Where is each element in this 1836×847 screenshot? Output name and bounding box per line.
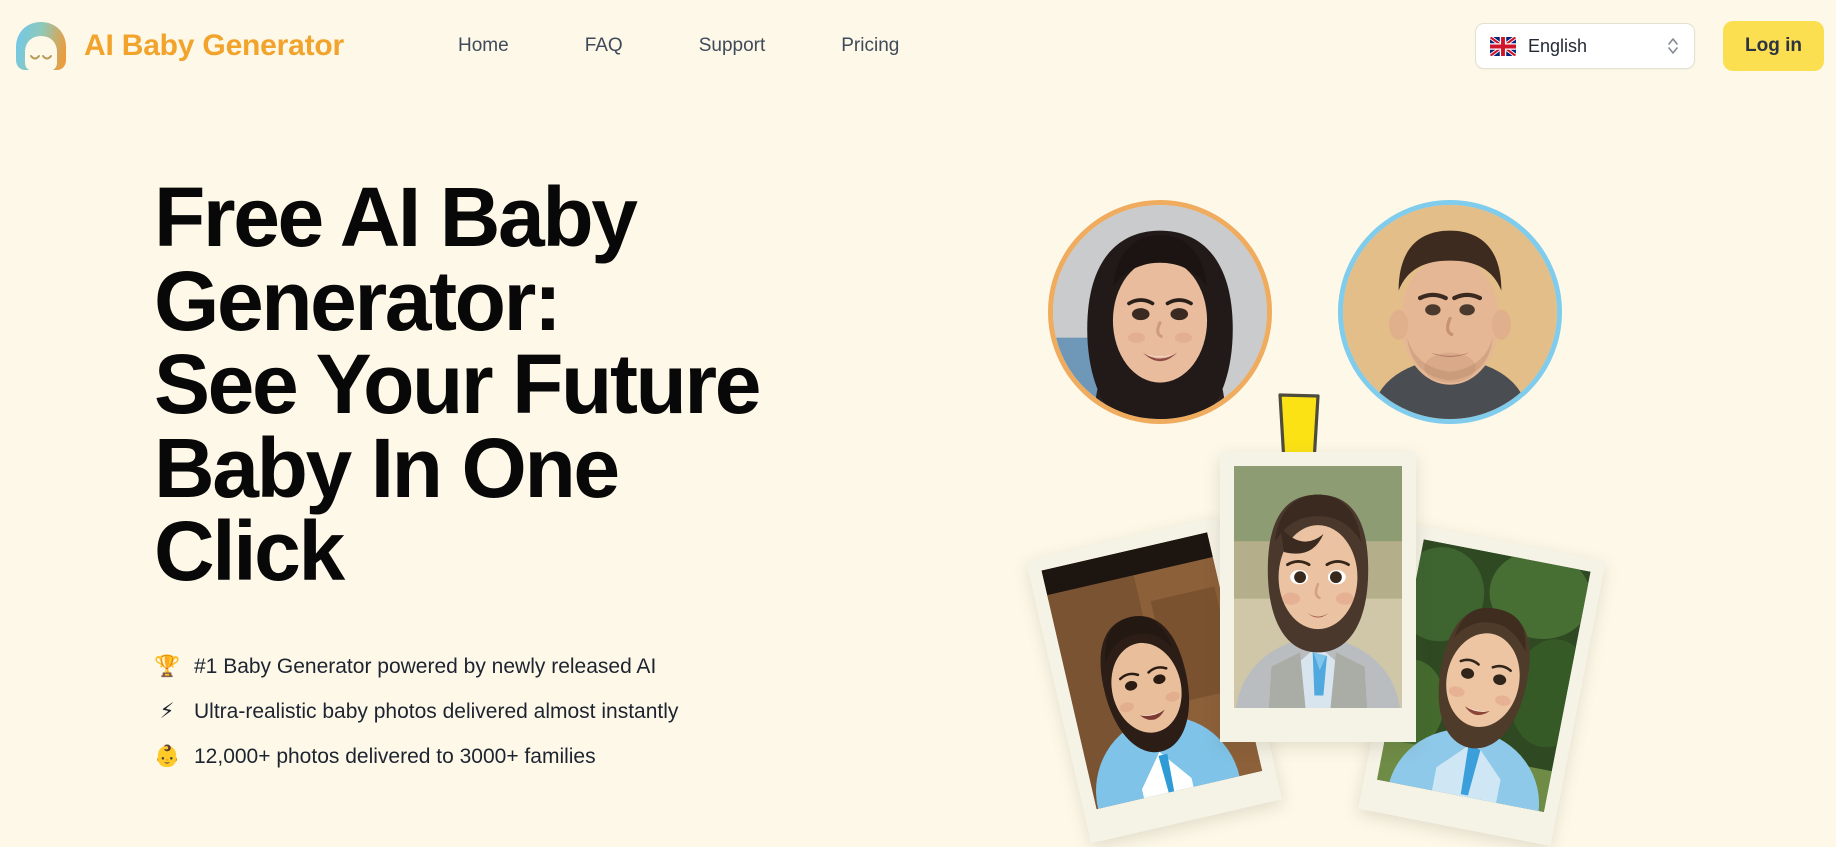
- parent-photo-father: [1338, 200, 1562, 424]
- baby-photo-center-image: [1234, 466, 1402, 708]
- father-portrait-image: [1343, 205, 1557, 419]
- nav-item-faq[interactable]: FAQ: [547, 29, 661, 63]
- main-nav: Home FAQ Support Pricing: [420, 29, 937, 63]
- baby-icon: 👶: [154, 744, 181, 768]
- brand-logo-link[interactable]: AI Baby Generator: [10, 16, 344, 76]
- list-item: 👶 12,000+ photos delivered to 3000+ fami…: [154, 734, 874, 779]
- site-header: AI Baby Generator Home FAQ Support Prici…: [0, 0, 1836, 92]
- nav-item-pricing[interactable]: Pricing: [803, 29, 937, 63]
- hero-feature-list: 🏆 #1 Baby Generator powered by newly rel…: [154, 644, 874, 779]
- uk-flag-icon: [1490, 36, 1517, 56]
- login-button[interactable]: Log in: [1723, 21, 1824, 71]
- baby-face-logo-icon: [16, 22, 66, 71]
- nav-item-support[interactable]: Support: [661, 29, 804, 63]
- hero-illustration: [960, 140, 1836, 847]
- list-item-label: #1 Baby Generator powered by newly relea…: [194, 654, 657, 678]
- brand-name: AI Baby Generator: [84, 29, 345, 62]
- list-item-label: 12,000+ photos delivered to 3000+ famili…: [194, 744, 596, 768]
- hero-text-block: Free AI Baby Generator: See Your Future …: [154, 170, 874, 779]
- language-selector[interactable]: English: [1475, 23, 1696, 69]
- list-item-label: Ultra-realistic baby photos delivered al…: [194, 699, 679, 723]
- header-actions: English Log in: [1475, 21, 1824, 71]
- trophy-icon: 🏆: [154, 654, 181, 678]
- list-item: 🏆 #1 Baby Generator powered by newly rel…: [154, 644, 874, 689]
- mother-portrait-image: [1053, 205, 1267, 419]
- list-item: ⚡ Ultra-realistic baby photos delivered …: [154, 689, 874, 734]
- chevron-up-down-icon[interactable]: [1666, 35, 1680, 57]
- language-selected-label: English: [1528, 35, 1588, 56]
- parent-photo-mother: [1048, 200, 1272, 424]
- page-title: Free AI Baby Generator: See Your Future …: [154, 170, 761, 599]
- nav-item-home[interactable]: Home: [420, 29, 547, 63]
- baby-photo-center: [1220, 452, 1416, 742]
- lightning-bolt-icon: ⚡: [159, 699, 175, 723]
